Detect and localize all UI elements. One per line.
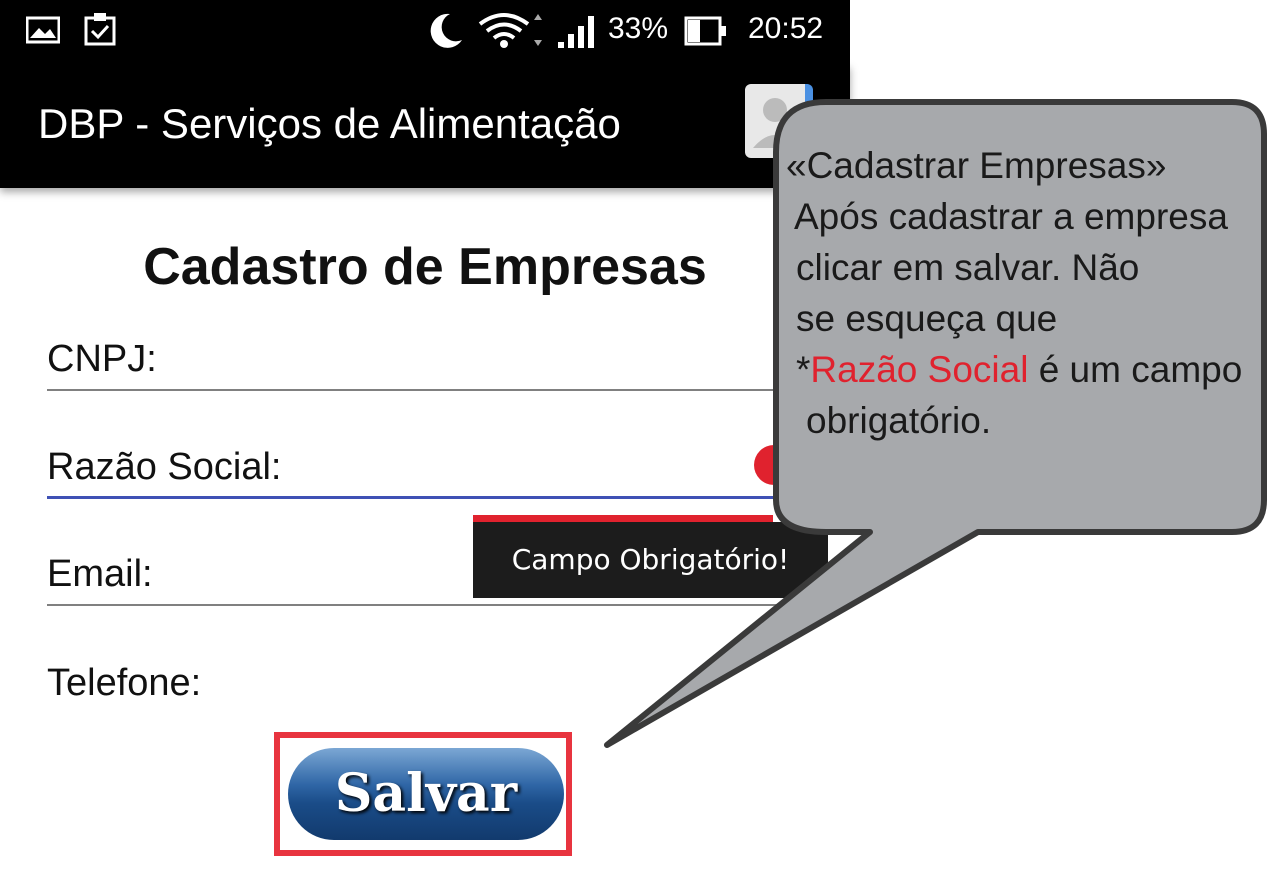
- callout-line-4: se esqueça que: [796, 298, 1058, 339]
- callout-required-field: Razão Social: [810, 349, 1029, 390]
- callout-line-5: *Razão Social é um campo: [786, 344, 1266, 395]
- callout-line-3: clicar em salvar. Não: [796, 247, 1140, 288]
- callout-line-6: obrigatório.: [806, 400, 992, 441]
- callout-line-2: Após cadastrar a empresa: [794, 196, 1228, 237]
- callout-line-5-suffix: é um campo: [1028, 349, 1243, 390]
- callout-asterisk: *: [796, 349, 811, 390]
- callout-line-1: «Cadastrar Empresas»: [786, 145, 1167, 186]
- callout-text: «Cadastrar Empresas» Após cadastrar a em…: [786, 140, 1266, 446]
